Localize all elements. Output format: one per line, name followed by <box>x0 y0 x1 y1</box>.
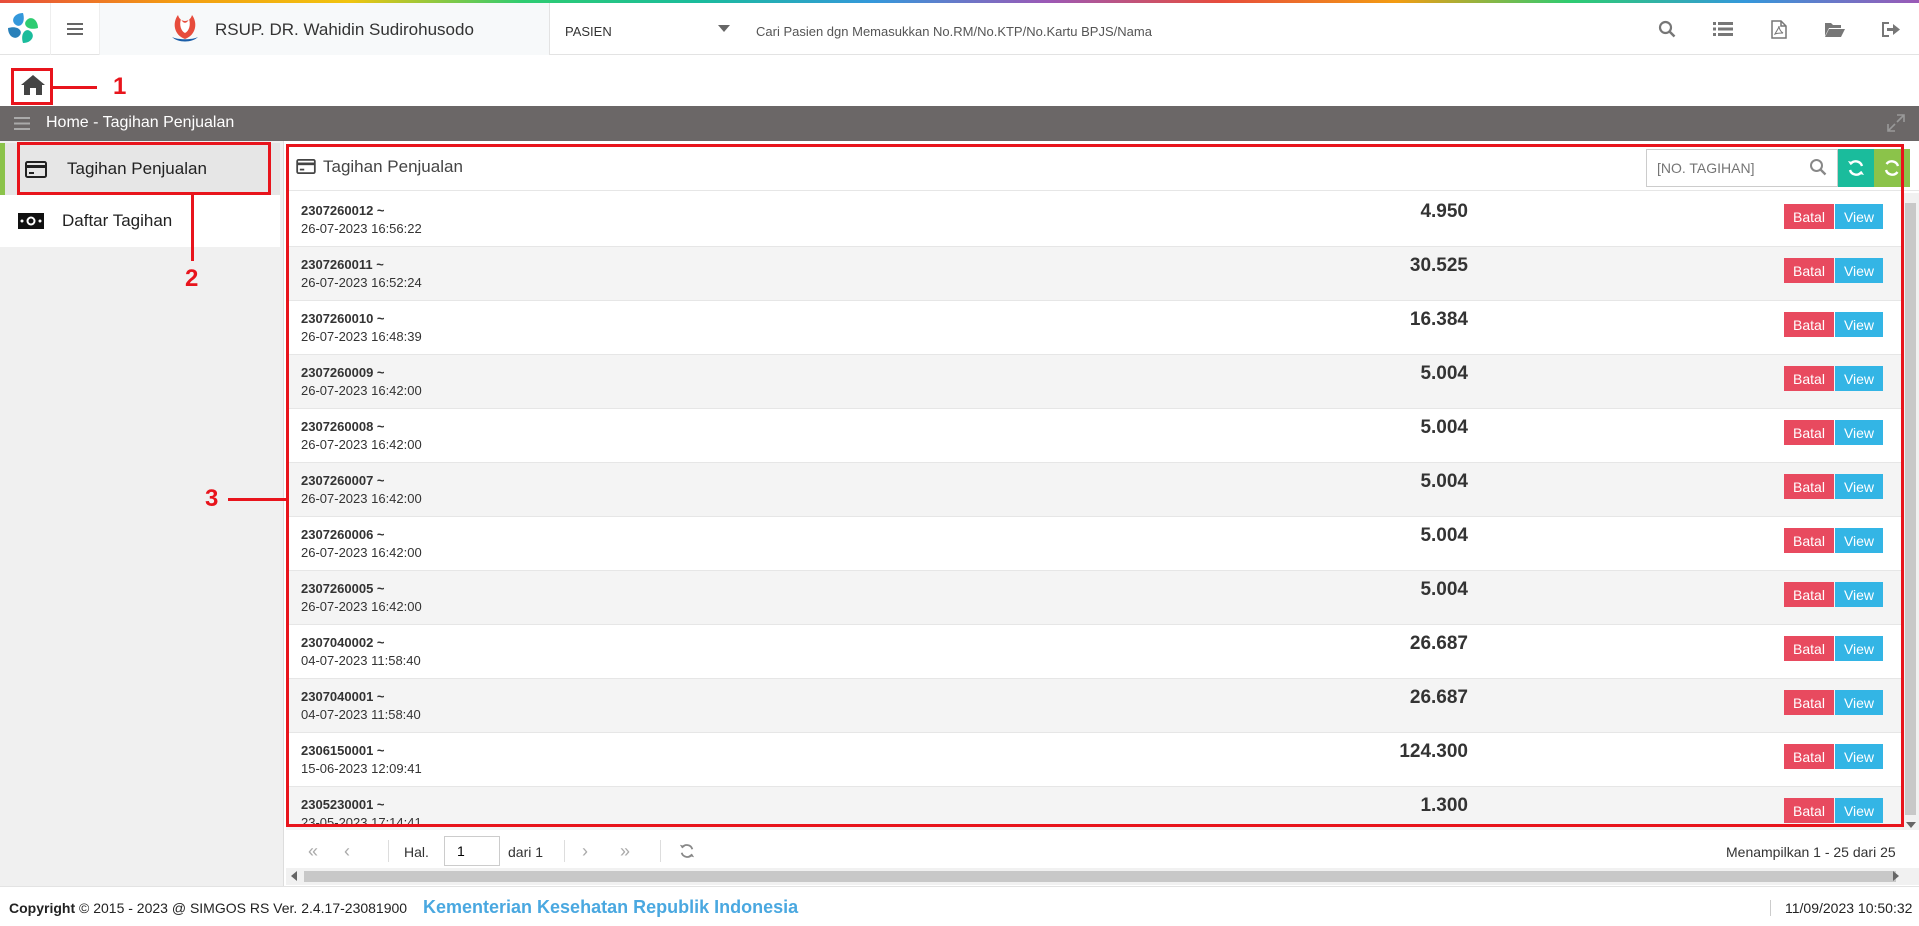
sidebar-item-daftar-tagihan[interactable]: Daftar Tagihan <box>0 195 280 247</box>
patient-search-input[interactable]: Cari Pasien dgn Memasukkan No.RM/No.KTP/… <box>756 24 1152 39</box>
first-page-icon[interactable]: « <box>308 842 318 860</box>
last-page-icon[interactable]: » <box>620 842 630 860</box>
annotation-highlight-home <box>11 68 53 105</box>
footer: Copyright © 2015 - 2023 @ SIMGOS RS Ver.… <box>0 886 1919 926</box>
hamburger-icon[interactable] <box>14 117 30 130</box>
annotation-highlight-panel <box>286 144 1904 827</box>
folder-open-icon[interactable] <box>1807 3 1863 55</box>
breadcrumb: Home - Tagihan Penjualan <box>46 114 235 131</box>
hospital-name: RSUP. DR. Wahidin Sudirohusodo <box>215 20 474 39</box>
scrollbar-thumb[interactable] <box>304 871 1896 882</box>
home-bar <box>0 56 1919 106</box>
refresh-icon[interactable] <box>679 843 695 859</box>
sidebar-item-label: Daftar Tagihan <box>62 211 173 230</box>
app-logo[interactable] <box>4 9 42 47</box>
divider <box>660 840 661 862</box>
context-select-value[interactable]: PASIEN <box>565 24 612 39</box>
paging-info: Menampilkan 1 - 25 dari 25 <box>1726 844 1896 860</box>
hospital-logo <box>172 15 198 42</box>
annotation-number: 3 <box>205 485 219 512</box>
copyright-icon: © <box>79 900 90 916</box>
page-total: dari 1 <box>508 844 544 860</box>
scroll-down-arrow-icon[interactable] <box>1906 822 1916 828</box>
search-icon[interactable] <box>1639 3 1695 55</box>
scroll-left-arrow-icon[interactable] <box>291 871 297 881</box>
previous-page-icon[interactable]: ‹ <box>344 842 350 860</box>
chevron-down-icon[interactable] <box>718 25 730 32</box>
annotation-line <box>191 195 194 261</box>
annotation-number: 1 <box>113 73 127 100</box>
annotation-line <box>53 86 97 89</box>
pdf-file-icon[interactable] <box>1751 3 1807 55</box>
copyright-text: 2015 - 2023 @ SIMGOS RS Ver. 2.4.17-2308… <box>93 900 408 916</box>
scrollbar-thumb[interactable] <box>1905 203 1916 815</box>
ministry-name: Kementerian Kesehatan Republik Indonesia <box>423 897 799 917</box>
scroll-right-arrow-icon[interactable] <box>1893 871 1899 881</box>
divider <box>564 840 565 862</box>
annotation-line <box>228 498 286 501</box>
annotation-number: 2 <box>185 265 199 292</box>
copyright-label: Copyright <box>9 900 76 916</box>
page-label: Hal. <box>404 844 429 860</box>
top-actions <box>1639 3 1919 55</box>
breadcrumb-bar: Home - Tagihan Penjualan <box>0 106 1919 141</box>
vertical-scrollbar[interactable] <box>1902 193 1919 830</box>
horizontal-scrollbar[interactable] <box>286 868 1919 885</box>
copyright: Copyright © 2015 - 2023 @ SIMGOS RS Ver.… <box>9 900 407 916</box>
divider <box>388 840 389 862</box>
hamburger-icon <box>67 23 83 35</box>
hospital-header: RSUP. DR. Wahidin Sudirohusodo <box>100 3 550 55</box>
expand-icon[interactable] <box>1887 114 1905 132</box>
main-menu-button[interactable] <box>50 3 100 55</box>
sidebar: Tagihan Penjualan Daftar Tagihan <box>0 141 284 886</box>
pagination-bar: « ‹ Hal. dari 1 › » Menampilkan 1 - 25 d… <box>286 834 1919 868</box>
page-number-input[interactable] <box>444 836 500 866</box>
money-icon <box>0 213 62 229</box>
list-icon[interactable] <box>1695 3 1751 55</box>
next-page-icon[interactable]: › <box>582 842 588 860</box>
clock: 11/09/2023 10:50:32 <box>1770 900 1912 916</box>
annotation-highlight-sidebar <box>17 142 271 195</box>
logout-icon[interactable] <box>1863 3 1919 55</box>
top-navbar: RSUP. DR. Wahidin Sudirohusodo PASIEN Ca… <box>0 3 1919 55</box>
